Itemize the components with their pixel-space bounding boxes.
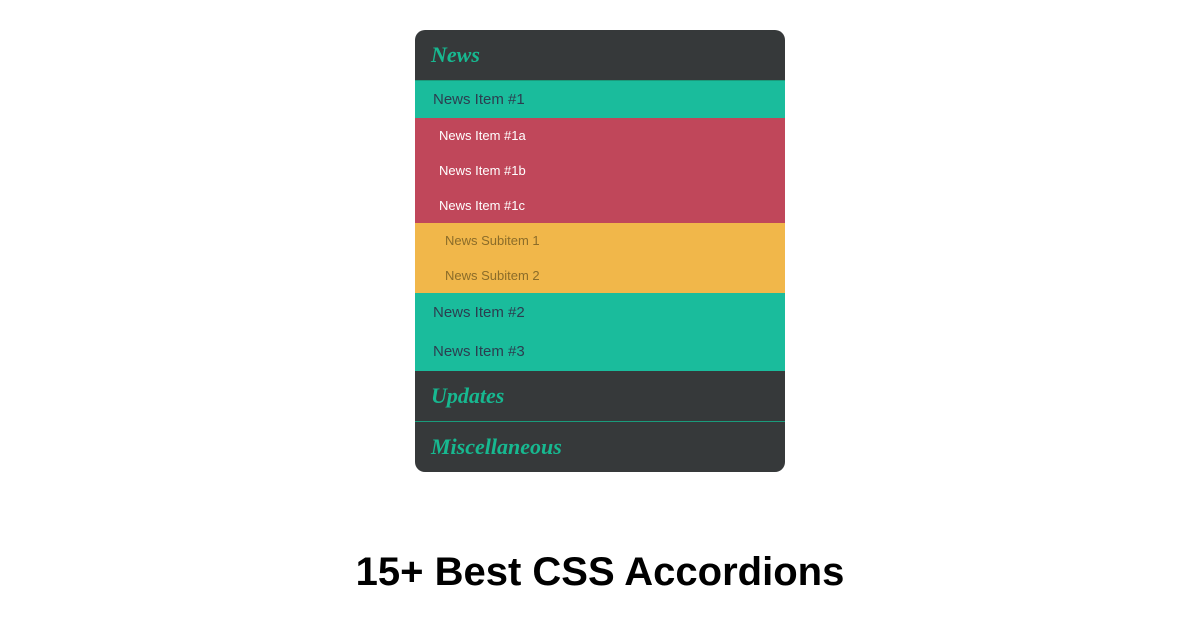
accordion-item-news-1c[interactable]: News Item #1c [415,188,785,223]
section-title: News [431,42,480,67]
accordion-menu: News News Item #1 News Item #1a News Ite… [415,30,785,472]
accordion-section-updates[interactable]: Updates [415,371,785,422]
accordion-item-news-2[interactable]: News Item #2 [415,293,785,332]
accordion-subitem-2[interactable]: News Subitem 2 [415,258,785,293]
accordion-item-news-1[interactable]: News Item #1 [415,81,785,118]
accordion-section-news[interactable]: News [415,30,785,81]
accordion-item-news-1b[interactable]: News Item #1b [415,153,785,188]
section-title: Updates [431,383,504,408]
section-title: Miscellaneous [431,434,562,459]
accordion-subitem-1[interactable]: News Subitem 1 [415,223,785,258]
item-label: News Item #1a [439,128,526,143]
item-label: News Item #2 [433,304,525,321]
accordion-item-news-1a[interactable]: News Item #1a [415,118,785,153]
accordion-section-miscellaneous[interactable]: Miscellaneous [415,422,785,472]
item-label: News Item #1 [433,91,525,108]
item-label: News Item #1c [439,198,525,213]
item-label: News Item #3 [433,343,525,360]
accordion-item-news-3[interactable]: News Item #3 [415,332,785,371]
item-label: News Subitem 2 [445,268,540,283]
item-label: News Subitem 1 [445,233,540,248]
page-title: 15+ Best CSS Accordions [0,550,1200,595]
item-label: News Item #1b [439,163,526,178]
